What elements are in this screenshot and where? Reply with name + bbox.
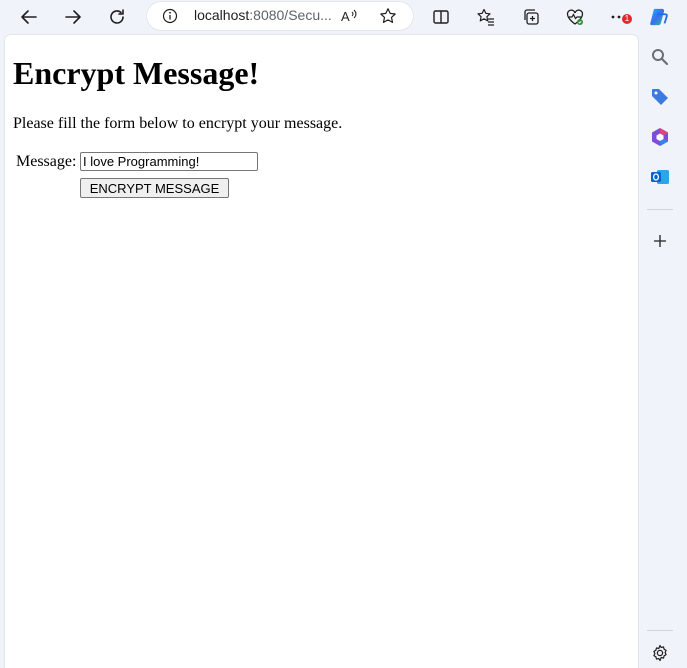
forward-arrow-icon (65, 10, 81, 24)
page-title: Encrypt Message! (13, 55, 260, 91)
sidebar-office-button[interactable] (649, 126, 671, 148)
back-button[interactable] (14, 2, 44, 32)
collections-button[interactable] (516, 2, 546, 32)
encrypt-message-button[interactable]: ENCRYPT MESSAGE (80, 178, 229, 198)
notification-badge: 1 (622, 14, 632, 24)
favorites-button[interactable] (471, 2, 501, 32)
favorites-icon (477, 8, 494, 26)
browser-essentials-icon (566, 9, 584, 25)
sidebar-add-button[interactable] (649, 230, 671, 252)
outlook-icon (651, 170, 669, 184)
copilot-button[interactable] (644, 2, 674, 32)
settings-icon (653, 644, 667, 662)
forward-button[interactable] (58, 2, 88, 32)
info-icon[interactable] (162, 8, 178, 24)
sidebar-divider (647, 209, 673, 210)
sidebar-search-button[interactable] (649, 46, 671, 68)
edge-sidebar (639, 34, 687, 668)
add-icon (654, 235, 666, 247)
split-screen-icon (433, 10, 449, 24)
message-label: Message: (16, 153, 77, 170)
shopping-tag-icon (652, 89, 668, 105)
back-arrow-icon (21, 10, 37, 24)
collections-icon (524, 9, 539, 25)
address-bar[interactable]: localhost:8080/Secu... A (146, 1, 414, 31)
refresh-button[interactable] (102, 2, 132, 32)
url-host: localhost (194, 7, 250, 23)
browser-toolbar: localhost:8080/Secu... A 1 (0, 0, 687, 34)
sidebar-shopping-button[interactable] (649, 86, 671, 108)
svg-text:A: A (341, 9, 350, 24)
split-screen-button[interactable] (426, 2, 456, 32)
refresh-icon (110, 9, 124, 24)
url-path: :8080/Secu... (249, 7, 332, 23)
favorite-star-icon[interactable] (379, 7, 397, 25)
copilot-icon (650, 8, 668, 26)
sidebar-outlook-button[interactable] (649, 166, 671, 188)
sidebar-divider-bottom (647, 630, 673, 631)
page-viewport: Encrypt Message! Please fill the form be… (5, 35, 638, 668)
office-icon (652, 128, 668, 146)
intro-text: Please fill the form below to encrypt yo… (13, 115, 343, 132)
read-aloud-icon[interactable]: A (340, 7, 358, 25)
sidebar-settings-button[interactable] (649, 642, 671, 664)
message-input[interactable] (80, 152, 258, 171)
url-text[interactable]: localhost:8080/Secu... (194, 7, 332, 23)
browser-essentials-button[interactable] (560, 2, 590, 32)
search-icon (652, 49, 669, 66)
